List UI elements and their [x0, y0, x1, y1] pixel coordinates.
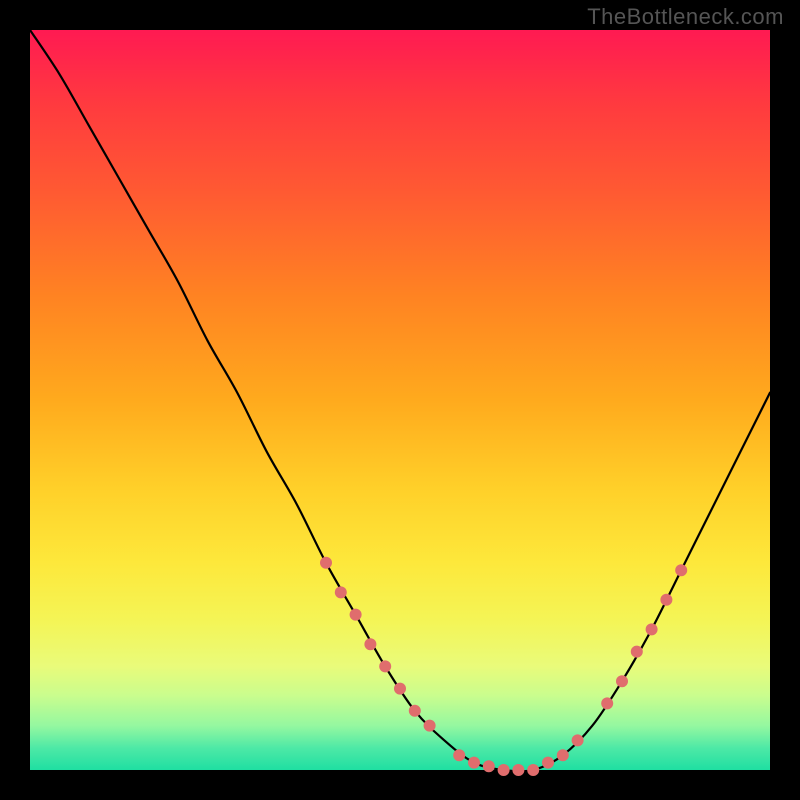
curve-marker [424, 720, 436, 732]
curve-marker [364, 638, 376, 650]
curve-marker [601, 697, 613, 709]
curve-marker [394, 683, 406, 695]
curve-marker [527, 764, 539, 776]
curve-marker [542, 757, 554, 769]
curve-marker [512, 764, 524, 776]
curve-marker [379, 660, 391, 672]
curve-marker [616, 675, 628, 687]
curve-marker [483, 760, 495, 772]
curve-marker [350, 609, 362, 621]
curve-marker [335, 586, 347, 598]
curve-marker [409, 705, 421, 717]
curve-marker [468, 757, 480, 769]
curve-marker [453, 749, 465, 761]
curve-marker [498, 764, 510, 776]
curve-marker [675, 564, 687, 576]
curve-marker [660, 594, 672, 606]
plot-area [30, 30, 770, 770]
curve-marker [557, 749, 569, 761]
curve-marker [631, 646, 643, 658]
watermark-text: TheBottleneck.com [587, 4, 784, 30]
chart-stage: TheBottleneck.com [0, 0, 800, 800]
curve-marker [572, 734, 584, 746]
curve-marker [646, 623, 658, 635]
curve-marker [320, 557, 332, 569]
bottleneck-curve [30, 30, 770, 771]
curve-layer [30, 30, 770, 770]
